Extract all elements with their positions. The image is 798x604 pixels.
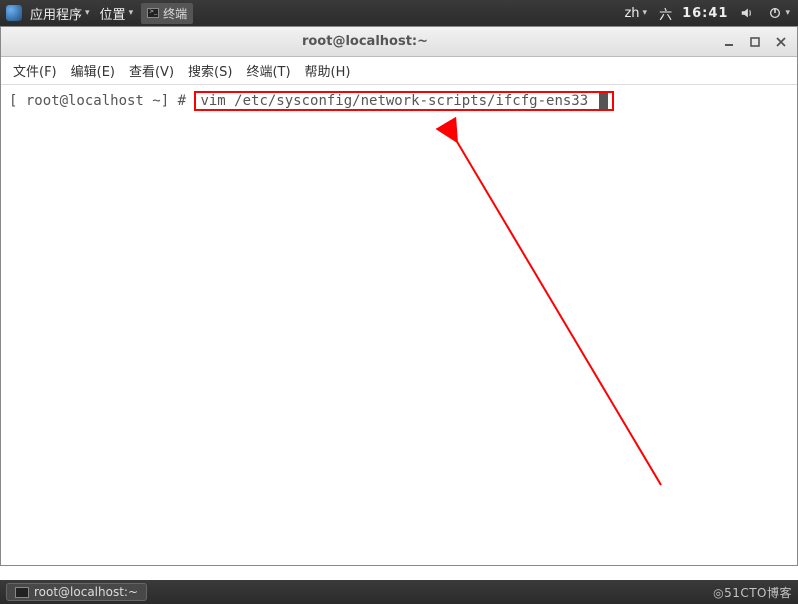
shell-prompt: [ root@localhost ~] # [9, 93, 194, 109]
command-highlight-box: vim /etc/sysconfig/network-scripts/ifcfg… [194, 91, 613, 111]
chevron-down-icon: ▾ [85, 8, 90, 18]
terminal-window: root@localhost:~ 文件(F) 编辑(E) 查看(V) 搜索(S)… [0, 26, 798, 566]
input-method-label: zh [624, 6, 639, 21]
taskbar-entry-terminal[interactable]: root@localhost:~ [6, 583, 147, 601]
desktop-top-panel: 应用程序 ▾ 位置 ▾ 终端 zh ▾ 六 16:41 ▾ [0, 0, 798, 26]
terminal-content-area[interactable]: [ root@localhost ~] # vim /etc/sysconfig… [1, 85, 797, 565]
close-icon [775, 36, 787, 48]
minimize-icon [723, 36, 735, 48]
volume-icon [740, 6, 754, 20]
terminal-line[interactable]: [ root@localhost ~] # vim /etc/sysconfig… [9, 91, 789, 111]
power-indicator[interactable]: ▾ [766, 6, 792, 20]
menu-terminal[interactable]: 终端(T) [246, 61, 290, 80]
watermark-text: ◎51CTO博客 [713, 584, 792, 601]
menu-edit[interactable]: 编辑(E) [71, 61, 115, 80]
applications-label: 应用程序 [30, 4, 82, 23]
clock-label: 16:41 [682, 6, 728, 21]
input-method-indicator[interactable]: zh ▾ [622, 6, 649, 21]
menu-file[interactable]: 文件(F) [13, 61, 57, 80]
menu-search[interactable]: 搜索(S) [188, 61, 232, 80]
terminal-icon [15, 587, 29, 598]
window-close-button[interactable] [773, 34, 789, 50]
chevron-down-icon: ▾ [643, 8, 648, 18]
shell-command: vim /etc/sysconfig/network-scripts/ifcfg… [200, 93, 588, 109]
window-title-bar[interactable]: root@localhost:~ [1, 27, 797, 57]
menu-view[interactable]: 查看(V) [129, 61, 174, 80]
power-icon [768, 6, 782, 20]
window-maximize-button[interactable] [747, 34, 763, 50]
window-minimize-button[interactable] [721, 34, 737, 50]
places-menu[interactable]: 位置 ▾ [98, 4, 136, 23]
desktop-bottom-panel: root@localhost:~ ◎51CTO博客 [0, 580, 798, 604]
annotation-arrow-icon [161, 105, 701, 525]
running-app-terminal[interactable]: 终端 [141, 3, 193, 24]
terminal-menu-bar: 文件(F) 编辑(E) 查看(V) 搜索(S) 终端(T) 帮助(H) [1, 57, 797, 85]
running-app-label: 终端 [163, 5, 187, 22]
window-title: root@localhost:~ [9, 34, 721, 49]
cursor-icon [599, 93, 608, 109]
chevron-down-icon: ▾ [785, 8, 790, 18]
applications-menu[interactable]: 应用程序 ▾ [28, 4, 92, 23]
maximize-icon [749, 36, 761, 48]
weekday-label: 六 [659, 4, 672, 23]
taskbar-entry-label: root@localhost:~ [34, 585, 138, 599]
volume-indicator[interactable] [738, 6, 756, 20]
places-label: 位置 [100, 4, 126, 23]
chevron-down-icon: ▾ [129, 8, 134, 18]
terminal-icon [147, 8, 159, 18]
menu-help[interactable]: 帮助(H) [305, 61, 351, 80]
gnome-foot-icon [6, 5, 22, 21]
